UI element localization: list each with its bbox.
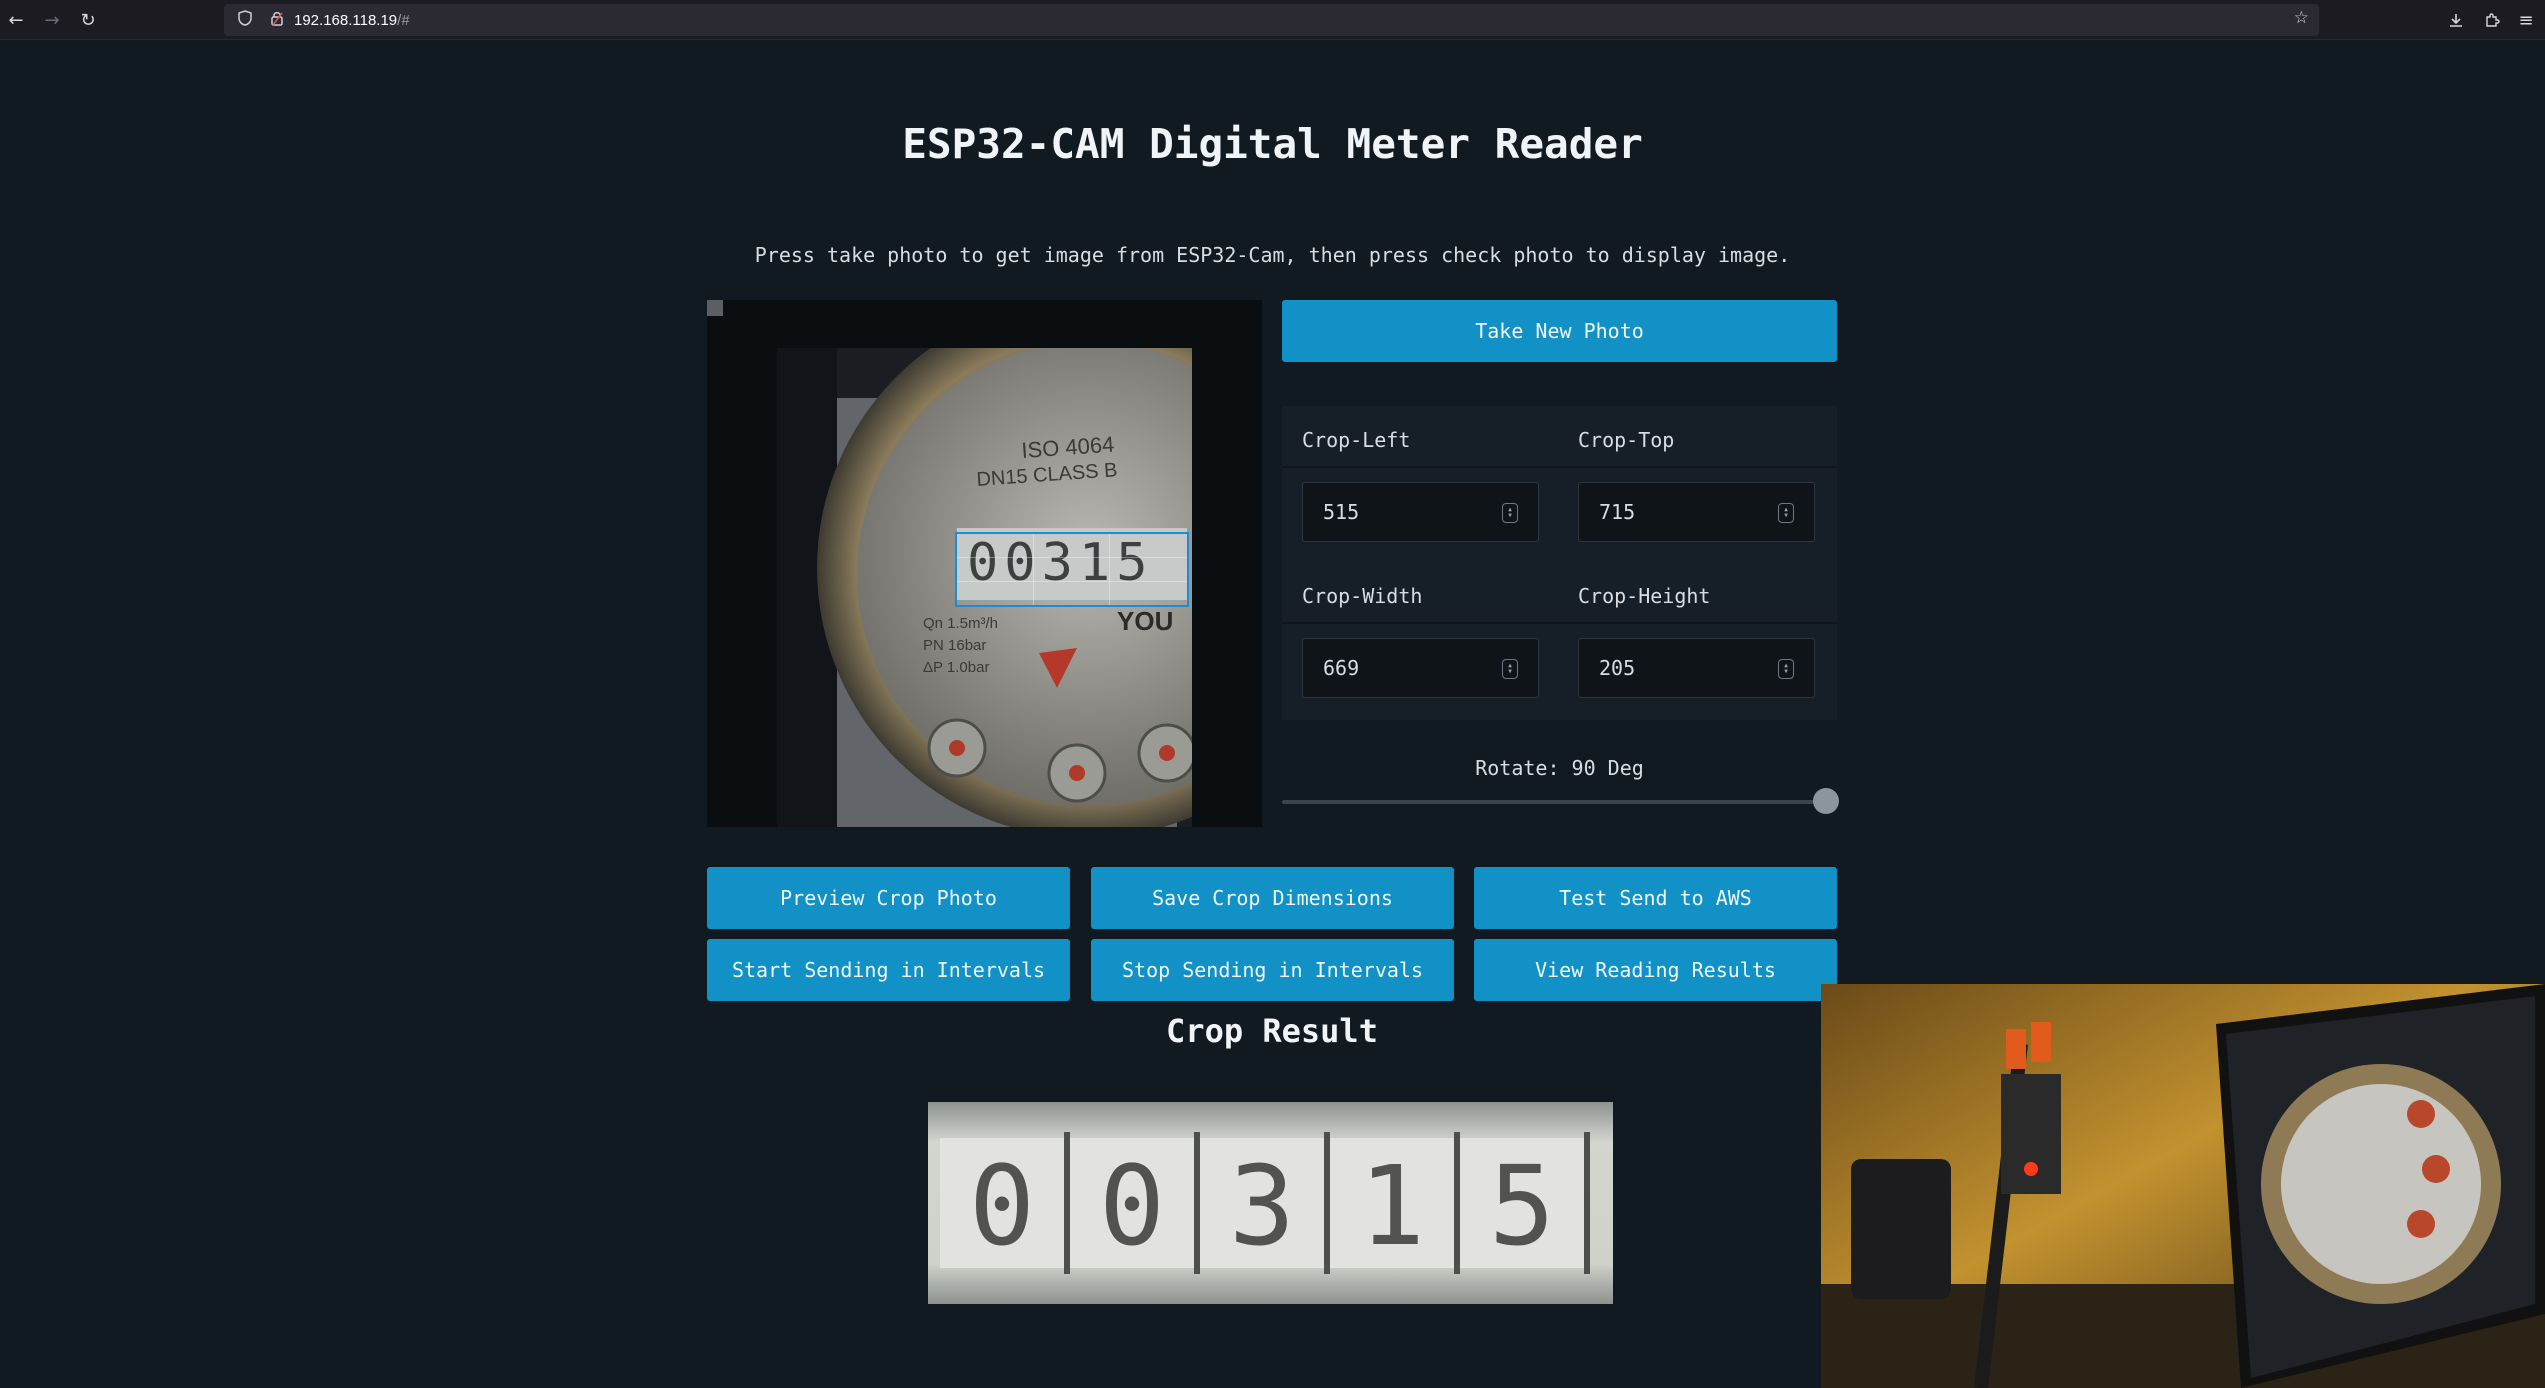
take-new-photo-button[interactable]: Take New Photo <box>1282 300 1837 362</box>
crop-width-input[interactable]: 669 ▲ ▼ <box>1302 638 1539 698</box>
digit-separator <box>1064 1132 1070 1274</box>
reload-icon: ↻ <box>80 9 96 31</box>
divider <box>1282 622 1837 624</box>
meter-spec-dp: ΔP 1.0bar <box>923 659 989 676</box>
crop-size-group: Crop-Width Crop-Height 669 ▲ ▼ 205 ▲ ▼ <box>1282 562 1837 720</box>
crop-left-input[interactable]: 515 ▲ ▼ <box>1302 482 1539 542</box>
divider <box>1282 466 1837 468</box>
start-sending-intervals-button[interactable]: Start Sending in Intervals <box>707 939 1070 1001</box>
reload-button[interactable]: ↻ <box>74 6 102 34</box>
crop-height-input[interactable]: 205 ▲ ▼ <box>1578 638 1815 698</box>
result-digit: 3 <box>1229 1142 1295 1270</box>
webcam-overlay <box>1821 984 2545 1388</box>
back-button[interactable]: ← <box>2 6 30 34</box>
crop-grid-line <box>957 580 1187 582</box>
downloads-button[interactable] <box>2442 6 2470 34</box>
address-bar[interactable]: 192.168.118.19/# ☆ <box>224 4 2319 36</box>
view-reading-results-button[interactable]: View Reading Results <box>1474 939 1837 1001</box>
digit-separator <box>1194 1132 1200 1274</box>
menu-button[interactable]: ≡ <box>2512 6 2540 34</box>
crop-height-label: Crop-Height <box>1578 584 1711 608</box>
meter-spec-pn: PN 16bar <box>923 637 986 654</box>
extensions-button[interactable] <box>2478 6 2506 34</box>
meter-brand-text: YOU <box>1117 606 1173 636</box>
spinner-arrows-icon[interactable]: ▲ ▼ <box>1778 659 1794 679</box>
crop-height-value: 205 <box>1599 656 1636 680</box>
hamburger-menu-icon: ≡ <box>2518 9 2534 31</box>
lock-icon[interactable] <box>266 11 288 30</box>
bookmark-star-icon[interactable]: ☆ <box>2294 8 2309 28</box>
url-text: 192.168.118.19/# <box>294 11 410 29</box>
crop-left-label: Crop-Left <box>1302 428 1411 452</box>
digit-separator <box>1584 1132 1590 1274</box>
resize-handle[interactable] <box>707 300 723 316</box>
crop-grid-line <box>1108 534 1110 605</box>
rotate-slider-thumb[interactable] <box>1813 788 1839 814</box>
save-crop-dimensions-button[interactable]: Save Crop Dimensions <box>1091 867 1454 929</box>
preview-crop-photo-button[interactable]: Preview Crop Photo <box>707 867 1070 929</box>
shield-icon[interactable] <box>234 10 256 30</box>
page-title: ESP32-CAM Digital Meter Reader <box>902 120 1643 168</box>
spinner-arrows-icon[interactable]: ▲ ▼ <box>1502 503 1518 523</box>
digit-separator <box>1454 1132 1460 1274</box>
download-icon <box>2450 14 2462 27</box>
meter-spec-qn: Qn 1.5m³/h <box>923 615 998 632</box>
crop-result-title: Crop Result <box>1166 1012 1378 1050</box>
crop-grid-line <box>1032 534 1034 605</box>
test-send-aws-button[interactable]: Test Send to AWS <box>1474 867 1837 929</box>
crop-result-image: 00315 <box>928 1102 1613 1304</box>
crop-grid-line <box>957 557 1187 559</box>
spinner-arrows-icon[interactable]: ▲ ▼ <box>1778 503 1794 523</box>
stop-sending-intervals-button[interactable]: Stop Sending in Intervals <box>1091 939 1454 1001</box>
arrow-right-icon: → <box>44 9 60 31</box>
result-digit: 0 <box>969 1142 1035 1270</box>
browser-toolbar: ← → ↻ 192.168.118.19/# ☆ ≡ <box>0 0 2545 40</box>
crop-top-label: Crop-Top <box>1578 428 1675 452</box>
spinner-arrows-icon[interactable]: ▲ ▼ <box>1502 659 1518 679</box>
result-digit: 0 <box>1099 1142 1165 1270</box>
rotate-label: Rotate: 90 Deg <box>1475 756 1644 780</box>
crop-selection-box[interactable] <box>955 532 1189 607</box>
crop-position-group: Crop-Left Crop-Top 515 ▲ ▼ 715 ▲ ▼ <box>1282 406 1837 564</box>
crop-width-value: 669 <box>1323 656 1360 680</box>
crop-top-value: 715 <box>1599 500 1636 524</box>
rotate-slider-track[interactable] <box>1282 800 1822 804</box>
puzzle-icon <box>2486 13 2500 27</box>
result-digit: 5 <box>1489 1142 1555 1270</box>
forward-button[interactable]: → <box>38 6 66 34</box>
crop-width-label: Crop-Width <box>1302 584 1423 608</box>
crop-top-input[interactable]: 715 ▲ ▼ <box>1578 482 1815 542</box>
digit-separator <box>1324 1132 1330 1274</box>
arrow-left-icon: ← <box>8 9 24 31</box>
instructions-text: Press take photo to get image from ESP32… <box>754 243 1791 267</box>
result-digit: 1 <box>1359 1142 1425 1270</box>
crop-left-value: 515 <box>1323 500 1360 524</box>
